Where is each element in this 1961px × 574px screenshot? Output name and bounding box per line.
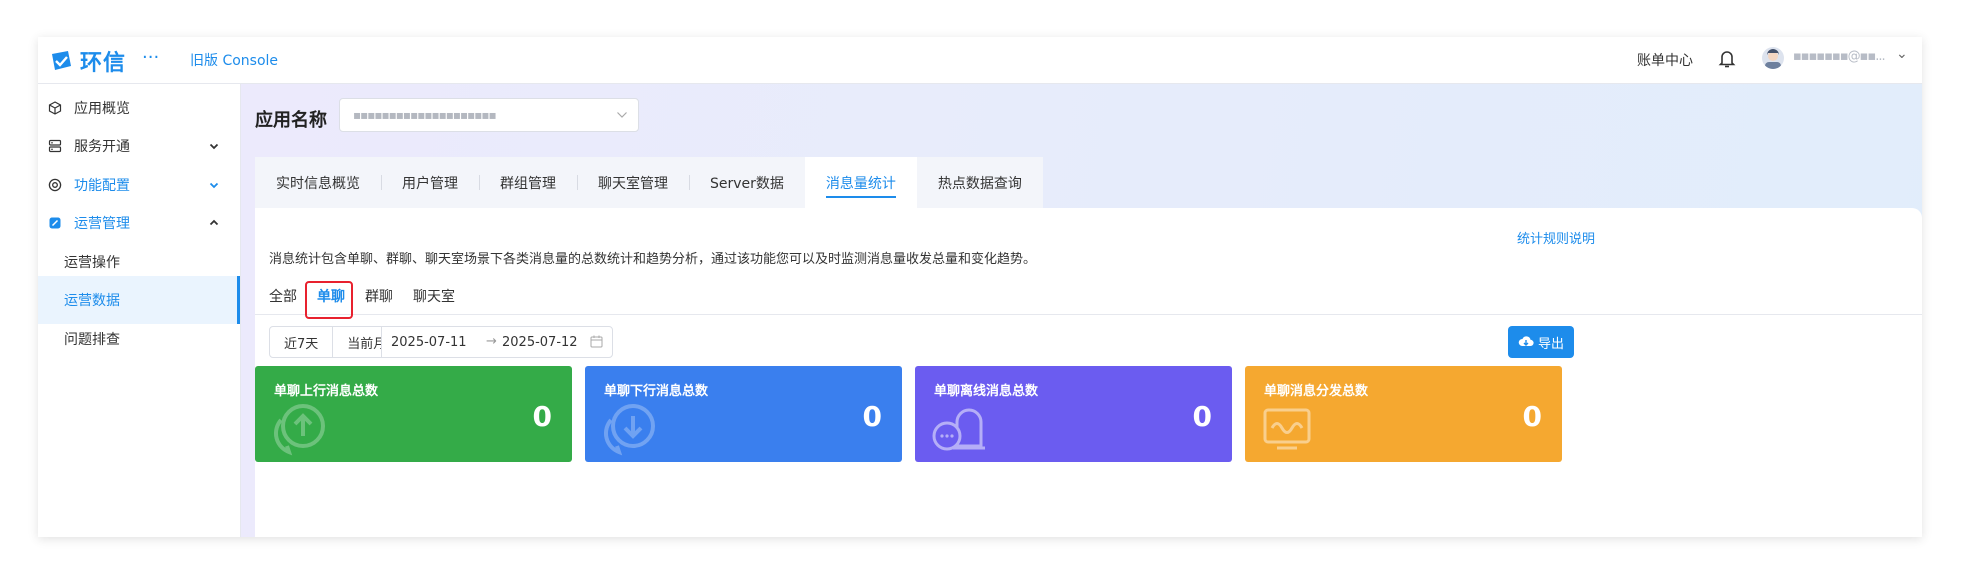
tab-hot-data-query[interactable]: 热点数据查询 — [916, 157, 1043, 208]
monitor-wave-icon — [1263, 408, 1311, 450]
sidebar-item-label: 问题排查 — [64, 332, 120, 348]
logo-text: 环信 — [80, 51, 127, 76]
card-title: 单聊消息分发总数 — [1264, 384, 1369, 399]
subtab-single-chat[interactable]: 单聊 — [317, 286, 345, 306]
avatar[interactable] — [1762, 47, 1784, 69]
card-title: 单聊离线消息总数 — [934, 384, 1039, 399]
sidebar-item-label: 应用概览 — [74, 101, 130, 117]
app-window: 环信 ··· 旧版 Console 账单中心 ▪▪▪▪▪▪▪@▪▪... ⌄ 应… — [38, 37, 1922, 537]
tab-label: 消息量统计 — [825, 175, 896, 192]
tab-group-management[interactable]: 群组管理 — [479, 157, 577, 208]
stat-card-downstream: 单聊下行消息总数 0 — [585, 366, 902, 462]
subtab-all[interactable]: 全部 — [269, 286, 297, 306]
cube-icon — [48, 101, 62, 115]
date-separator: → — [486, 334, 497, 349]
card-value: 0 — [532, 400, 552, 433]
bell-icon[interactable] — [1718, 49, 1736, 69]
card-value: 0 — [1192, 400, 1212, 433]
main-content: 应用名称 ▪▪▪▪▪▪▪▪▪▪▪▪▪▪▪▪▪▪▪▪ 实时信息概览 用户管理 群组… — [241, 84, 1922, 537]
stat-card-upstream: 单聊上行消息总数 0 — [255, 366, 572, 462]
chevron-down-icon — [209, 143, 219, 150]
sidebar-item-label: 服务开通 — [74, 139, 130, 155]
date-end[interactable]: 2025-07-12 — [502, 335, 578, 350]
sidebar-subitem-troubleshoot[interactable]: 问题排查 — [38, 315, 240, 363]
chevron-down-icon — [209, 182, 219, 189]
tab-message-stats[interactable]: 消息量统计 — [804, 157, 917, 208]
stat-card-dispatch: 单聊消息分发总数 0 — [1245, 366, 1562, 462]
date-range-picker[interactable]: 2025-07-11 → 2025-07-12 — [381, 326, 613, 358]
tab-label: 群组管理 — [500, 175, 556, 192]
subtab-chatroom[interactable]: 聊天室 — [413, 286, 455, 306]
tab-user-management[interactable]: 用户管理 — [381, 157, 479, 208]
tab-underline — [825, 196, 896, 198]
chevron-down-icon — [617, 112, 627, 118]
tab-label: 用户管理 — [402, 175, 458, 192]
tab-label: 聊天室管理 — [598, 175, 668, 192]
tab-label: Server数据 — [710, 175, 784, 192]
sidebar-item-label: 运营数据 — [64, 293, 120, 309]
last-7-days-button[interactable]: 近7天 — [269, 326, 334, 358]
logo-icon — [52, 51, 71, 70]
logo[interactable]: 环信 — [48, 45, 126, 77]
sidebar-item-label: 运营操作 — [64, 255, 120, 271]
card-value: 0 — [1522, 400, 1542, 433]
top-bar: 环信 ··· 旧版 Console 账单中心 ▪▪▪▪▪▪▪@▪▪... ⌄ — [38, 37, 1922, 84]
date-start[interactable]: 2025-07-11 — [391, 335, 467, 350]
cloud-download-icon — [1518, 336, 1534, 346]
subtab-group-chat[interactable]: 群聊 — [365, 286, 393, 306]
export-button[interactable]: 导出 — [1508, 326, 1574, 358]
chat-down-icon — [603, 404, 655, 456]
edit-square-icon — [49, 217, 61, 229]
tab-label: 热点数据查询 — [937, 175, 1022, 192]
bell-chat-icon — [932, 408, 985, 451]
server-icon — [48, 139, 62, 153]
stat-card-offline: 单聊离线消息总数 0 — [915, 366, 1232, 462]
tab-realtime-overview[interactable]: 实时信息概览 — [255, 157, 381, 208]
panel-description: 消息统计包含单聊、群聊、聊天室场景下各类消息量的总数统计和趋势分析，通过该功能您… — [269, 252, 1037, 267]
export-label: 导出 — [1537, 336, 1564, 352]
sidebar-item-label: 功能配置 — [74, 178, 130, 194]
card-title: 单聊下行消息总数 — [604, 384, 709, 399]
chevron-up-icon — [209, 219, 219, 226]
stats-rules-link[interactable]: 统计规则说明 — [1517, 228, 1595, 247]
card-value: 0 — [862, 400, 882, 433]
more-menu-icon[interactable]: ··· — [142, 47, 159, 68]
target-icon — [48, 178, 62, 192]
calendar-icon — [590, 335, 603, 348]
app-name-label: 应用名称 — [255, 110, 327, 131]
sidebar: 应用概览 服务开通 功能配置 运营管理 运营操作 运营数据 问题排查 — [38, 84, 241, 537]
sidebar-item-label: 运营管理 — [74, 216, 130, 232]
scene-subtabs: 全部 单聊 群聊 聊天室 — [255, 280, 1922, 319]
tab-server-data[interactable]: Server数据 — [689, 157, 805, 208]
bill-center-link[interactable]: 账单中心 — [1637, 50, 1693, 70]
app-select[interactable]: ▪▪▪▪▪▪▪▪▪▪▪▪▪▪▪▪▪▪▪▪ — [339, 98, 639, 132]
username[interactable]: ▪▪▪▪▪▪▪@▪▪... — [1793, 49, 1886, 64]
card-title: 单聊上行消息总数 — [274, 384, 379, 399]
tab-chatroom-management[interactable]: 聊天室管理 — [577, 157, 689, 208]
user-avatar-icon — [1765, 49, 1781, 69]
tab-label: 实时信息概览 — [276, 175, 360, 192]
app-select-value: ▪▪▪▪▪▪▪▪▪▪▪▪▪▪▪▪▪▪▪▪ — [353, 108, 497, 122]
stats-panel: 统计规则说明 消息统计包含单聊、群聊、聊天室场景下各类消息量的总数统计和趋势分析… — [255, 208, 1922, 537]
chevron-down-icon[interactable]: ⌄ — [1896, 46, 1908, 62]
main-tabs: 实时信息概览 用户管理 群组管理 聊天室管理 Server数据 消息量统计 热点… — [255, 157, 1043, 208]
old-console-link[interactable]: 旧版 Console — [190, 50, 278, 70]
chat-up-icon — [273, 404, 325, 456]
